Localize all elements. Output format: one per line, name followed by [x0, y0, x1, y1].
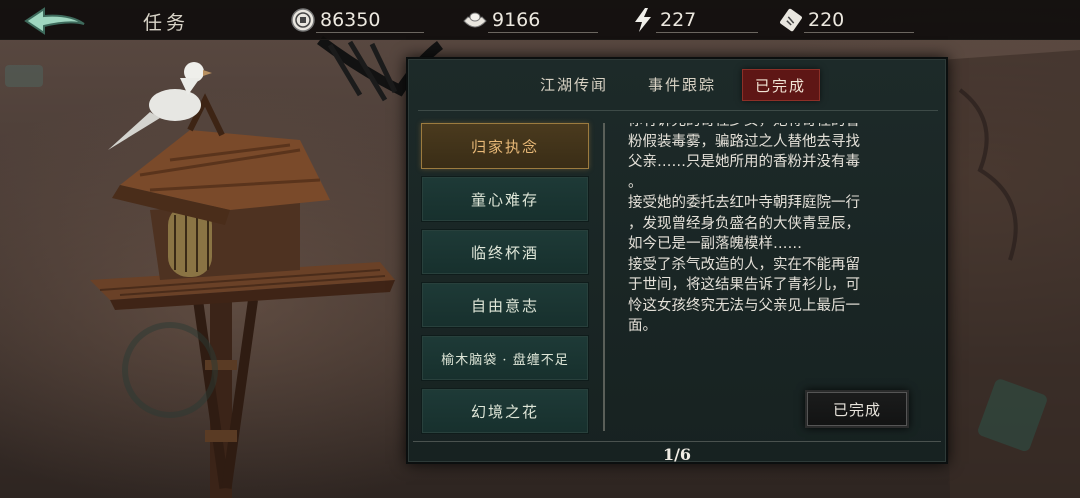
silver-ingot-icon [463, 12, 487, 28]
story-line: 怜这女孩终究无法与父亲见上最后一 [628, 297, 860, 314]
story-line: 。 [628, 174, 643, 191]
top-bar: 任务 86350 9166 227 220 [0, 0, 1080, 40]
quest-description[interactable]: 你有诉允的奇怪少女，她将奇怪的香 粉假装毒雾，骗路过之人替他去寻找 父亲……只是… [628, 123, 924, 363]
tab-bar: 江湖传闻 事件跟踪 已完成 [528, 69, 820, 101]
quest-item[interactable]: 临终杯酒 [421, 229, 589, 275]
quest-item[interactable]: 童心难存 [421, 176, 589, 222]
story-line: 面。 [628, 318, 657, 334]
divider [603, 123, 605, 431]
back-arrow-icon [24, 7, 85, 35]
coins-value: 86350 [320, 9, 381, 31]
story-line: 父亲……只是她所用的香粉并没有毒 [628, 154, 860, 170]
story-line: ，发现曾经身负盛名的大侠青昱辰， [628, 215, 860, 232]
back-button[interactable] [22, 6, 88, 36]
quest-list: 归家执念 童心难存 临终杯酒 自由意志 榆木脑袋 · 盘缠不足 幻境之花 [421, 123, 589, 441]
story-line: 粉假装毒雾，骗路过之人替他去寻找 [628, 133, 860, 150]
lightning-icon [635, 8, 651, 32]
page-indicator: 1/6 [662, 445, 692, 464]
quest-item[interactable]: 幻境之花 [421, 388, 589, 434]
divider [418, 110, 938, 111]
completed-button[interactable]: 已完成 [805, 390, 909, 428]
story-line: 于世间，将这结果告诉了青衫儿，可 [628, 277, 860, 293]
quest-item[interactable]: 归家执念 [421, 123, 589, 169]
tickets-counter: 220 [778, 6, 914, 34]
tab-rumors[interactable]: 江湖传闻 [528, 69, 636, 101]
ingots-value: 9166 [492, 9, 541, 31]
tickets-value: 220 [808, 9, 845, 31]
energy-value: 227 [660, 9, 697, 31]
tab-completed[interactable]: 已完成 [742, 69, 820, 101]
ingots-counter: 9166 [462, 6, 600, 34]
quest-item[interactable]: 自由意志 [421, 282, 589, 328]
quest-panel: 江湖传闻 事件跟踪 已完成 归家执念 童心难存 临终杯酒 自由意志 榆木脑袋 ·… [406, 57, 948, 464]
quest-item[interactable]: 榆木脑袋 · 盘缠不足 [421, 335, 589, 381]
coin-icon [291, 8, 315, 32]
divider [413, 441, 941, 442]
story-line: 你有诉允的奇怪少女，她将奇怪的香 [628, 123, 924, 132]
ticket-icon [780, 8, 802, 32]
story-line: 接受她的委托去红叶寺朝拜庭院一行 [628, 195, 860, 211]
energy-counter: 227 [630, 6, 760, 34]
coins-counter: 86350 [290, 6, 425, 34]
page-title: 任务 [143, 12, 190, 34]
story-line: 如今已是一副落魄模样…… [628, 236, 802, 252]
tab-tracking[interactable]: 事件跟踪 [636, 69, 736, 101]
story-line: 接受了杀气改造的人，实在不能再留 [628, 256, 860, 273]
